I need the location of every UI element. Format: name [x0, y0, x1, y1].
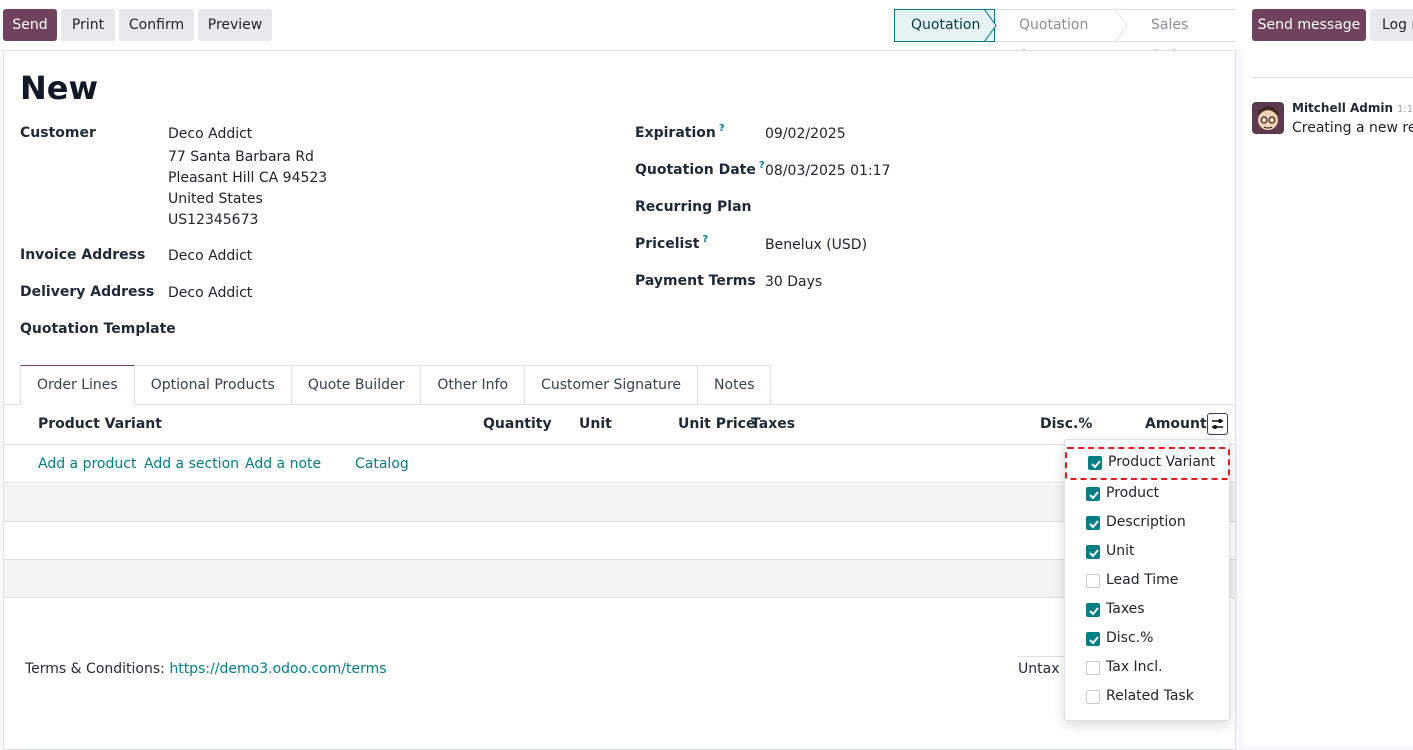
tab-other-info[interactable]: Other Info [421, 365, 526, 405]
send-button[interactable]: Send [3, 9, 57, 41]
delivery-address-field[interactable]: Deco Addict [168, 285, 252, 301]
table-row [4, 522, 1235, 560]
customer-city: Pleasant Hill CA 94523 [168, 170, 328, 186]
add-line-row: Add a product Add a section Add a note C… [4, 445, 1235, 483]
column-disc[interactable]: Disc.% [1040, 416, 1092, 432]
catalog-link[interactable]: Catalog [355, 456, 409, 472]
customer-label: Customer [20, 125, 96, 141]
preview-button[interactable]: Preview [198, 9, 272, 41]
invoice-address-field[interactable]: Deco Addict [168, 248, 252, 264]
invoice-address-label: Invoice Address [20, 247, 146, 263]
help-icon[interactable]: ? [759, 160, 765, 171]
optional-column-label: Related Task [1106, 688, 1194, 704]
pricelist-field[interactable]: Benelux (USD) [765, 237, 867, 253]
tab-optional-products[interactable]: Optional Products [134, 365, 292, 405]
stage-sales-order[interactable]: Sales Order [1127, 9, 1237, 64]
optional-column-taxes[interactable]: Taxes [1065, 596, 1231, 625]
optional-column-label: Lead Time [1106, 572, 1179, 588]
stage-arrow-icon [1115, 9, 1128, 42]
optional-column-label: Taxes [1106, 601, 1145, 617]
status-bar: Quotation Quotation Sent Sales Order [894, 9, 1237, 64]
add-section-link[interactable]: Add a section [144, 456, 239, 472]
quotation-date-field[interactable]: 08/03/2025 01:17 [765, 163, 891, 179]
optional-column-label: Description [1106, 514, 1186, 530]
record-title: New [20, 69, 99, 107]
delivery-address-label: Delivery Address [20, 284, 155, 300]
customer-country: United States [168, 191, 263, 207]
control-panel: Send Print Confirm Preview Quotation Quo… [0, 0, 1244, 64]
stage-quotation[interactable]: Quotation [894, 9, 995, 42]
stage-quotation-sent[interactable]: Quotation Sent [995, 9, 1127, 64]
column-unit-price[interactable]: Unit Price [678, 416, 755, 432]
expiration-label: Expiration? [635, 123, 725, 141]
checkbox-checked-icon[interactable] [1086, 545, 1100, 559]
table-row [4, 560, 1235, 598]
message-author: Mitchell Admin1:17 AM [1292, 101, 1413, 115]
checkbox-unchecked-icon[interactable] [1086, 661, 1100, 675]
add-note-link[interactable]: Add a note [245, 456, 321, 472]
sliders-icon [1212, 419, 1223, 429]
column-unit[interactable]: Unit [579, 416, 612, 432]
optional-column-label: Unit [1106, 543, 1135, 559]
checkbox-unchecked-icon[interactable] [1086, 574, 1100, 588]
expiration-field[interactable]: 09/02/2025 [765, 126, 846, 142]
optional-column-description[interactable]: Description [1065, 509, 1231, 538]
notebook-tabs: Order Lines Optional Products Quote Buil… [20, 365, 772, 405]
checkbox-unchecked-icon[interactable] [1086, 690, 1100, 704]
table-row [4, 484, 1235, 522]
add-product-link[interactable]: Add a product [38, 456, 136, 472]
optional-column-unit[interactable]: Unit [1065, 538, 1231, 567]
send-message-button[interactable]: Send message [1252, 9, 1366, 41]
optional-column-product[interactable]: Product [1065, 480, 1231, 509]
chatter-panel: Send message Log n Mitchell Admin1:17 AM… [1244, 0, 1413, 746]
optional-column-label: Product [1106, 485, 1160, 501]
log-note-button[interactable]: Log n [1370, 9, 1413, 41]
checkbox-checked-icon[interactable] [1086, 632, 1100, 646]
form-sheet: New Customer Deco Addict 77 Santa Barbar… [3, 50, 1236, 750]
column-taxes[interactable]: Taxes [751, 416, 795, 432]
pricelist-label: Pricelist? [635, 234, 709, 252]
column-quantity[interactable]: Quantity [483, 416, 552, 432]
tab-customer-signature[interactable]: Customer Signature [525, 365, 699, 405]
optional-column-tax-incl[interactable]: Tax Incl. [1065, 654, 1231, 683]
help-icon[interactable]: ? [702, 234, 708, 245]
stage-arrow-icon [984, 9, 997, 42]
tab-notes[interactable]: Notes [698, 365, 772, 405]
tab-order-lines[interactable]: Order Lines [20, 365, 135, 405]
highlight-box [1065, 447, 1230, 480]
optional-column-lead-time[interactable]: Lead Time [1065, 567, 1231, 596]
confirm-button[interactable]: Confirm [119, 9, 194, 41]
payment-terms-label: Payment Terms [635, 273, 756, 289]
quotation-template-label: Quotation Template [20, 321, 176, 337]
terms-conditions: Terms & Conditions: https://demo3.odoo.c… [25, 661, 387, 677]
checkbox-checked-icon[interactable] [1086, 487, 1100, 501]
message-time: 1:17 AM [1397, 104, 1413, 115]
optional-column-label: Tax Incl. [1106, 659, 1163, 675]
chatter-divider [1252, 77, 1413, 78]
checkbox-checked-icon[interactable] [1086, 516, 1100, 530]
terms-label: Terms & Conditions: [25, 661, 165, 677]
help-icon[interactable]: ? [719, 123, 725, 134]
optional-columns-toggle[interactable] [1207, 413, 1228, 435]
column-product-variant[interactable]: Product Variant [38, 416, 162, 432]
optional-column-label: Disc.% [1106, 630, 1154, 646]
customer-street: 77 Santa Barbara Rd [168, 149, 314, 165]
customer-name[interactable]: Deco Addict [168, 126, 252, 142]
optional-columns-dropdown: Product Variant Product Description Unit… [1064, 439, 1230, 721]
print-button[interactable]: Print [61, 9, 115, 41]
optional-column-related-task[interactable]: Related Task [1065, 683, 1231, 712]
column-amount[interactable]: Amount [1145, 416, 1207, 432]
optional-column-disc[interactable]: Disc.% [1065, 625, 1231, 654]
quotation-date-label: Quotation Date? [635, 160, 765, 178]
customer-vat: US12345673 [168, 212, 259, 228]
avatar [1252, 102, 1284, 134]
payment-terms-field[interactable]: 30 Days [765, 274, 822, 290]
terms-link[interactable]: https://demo3.odoo.com/terms [169, 661, 386, 677]
tab-quote-builder[interactable]: Quote Builder [291, 365, 422, 405]
order-lines-header: Product Variant Quantity Unit Unit Price… [4, 405, 1235, 445]
recurring-plan-label: Recurring Plan [635, 199, 752, 215]
checkbox-checked-icon[interactable] [1086, 603, 1100, 617]
message-body: Creating a new reco [1292, 120, 1413, 136]
